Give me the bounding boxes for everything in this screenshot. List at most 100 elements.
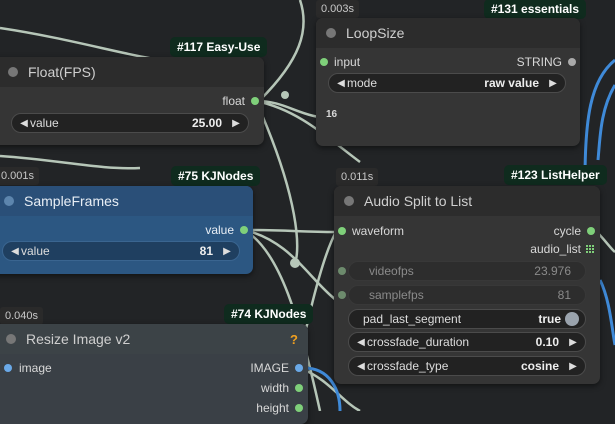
audio-split-node-header[interactable]: Audio Split to List: [334, 186, 600, 216]
loopsize-node-header[interactable]: LoopSize: [316, 18, 580, 48]
resize-node-title: Resize Image v2: [26, 331, 131, 347]
audio-split-crossfade-type-value: cosine: [520, 359, 559, 373]
arrow-left-icon[interactable]: ◀: [355, 337, 367, 348]
resize-image-output[interactable]: IMAGE: [250, 358, 303, 378]
loopsize-mode-select[interactable]: ◀ mode raw value ▶: [328, 73, 566, 93]
arrow-right-icon[interactable]: ▶: [547, 78, 559, 89]
resize-height-output[interactable]: height: [256, 398, 303, 418]
audio-split-samplefps-widget[interactable]: samplefps 81: [348, 285, 586, 305]
socket-dot-icon[interactable]: [338, 267, 346, 275]
socket-dot-icon[interactable]: [295, 384, 303, 392]
loopsize-output-label: STRING: [516, 55, 562, 69]
loopsize-node-tag: #131 essentials: [484, 0, 587, 19]
collapse-dot-icon[interactable]: [344, 196, 354, 206]
socket-dot-icon[interactable]: [4, 364, 12, 372]
sampleframes-value-widget[interactable]: ◀ value 81 ▶: [2, 241, 240, 261]
float-fps-node-tag: #117 Easy-Use: [170, 37, 268, 57]
audio-split-samplefps-socket[interactable]: [338, 285, 346, 305]
audio-split-cycle-label: cycle: [553, 224, 581, 238]
audio-split-cycle-output[interactable]: cycle: [554, 221, 595, 241]
loopsize-output-row[interactable]: STRING: [517, 52, 576, 72]
float-fps-node[interactable]: Float(FPS) float ◀ value 25.00 ▶: [0, 57, 264, 145]
sampleframes-node-title: SampleFrames: [24, 193, 119, 209]
audio-split-audio-list-output[interactable]: audio_list: [530, 239, 595, 259]
socket-dot-icon[interactable]: [295, 364, 303, 372]
sampleframes-node-tag: #75 KJNodes: [171, 166, 261, 186]
audio-split-crossfade-duration-widget[interactable]: ◀ crossfade_duration 0.10 ▶: [348, 332, 586, 352]
resize-image-input[interactable]: image: [4, 358, 52, 378]
socket-dot-icon[interactable]: [240, 226, 248, 234]
float-fps-node-header[interactable]: Float(FPS): [0, 57, 264, 87]
resize-exec-time: 0.040s: [0, 307, 44, 325]
audio-split-samplefps-value: 81: [557, 288, 571, 302]
audio-split-samplefps-label: samplefps: [369, 288, 424, 302]
collapse-dot-icon[interactable]: [6, 334, 16, 344]
sampleframes-output-row[interactable]: value: [205, 220, 248, 240]
loopsize-node-title: LoopSize: [346, 25, 405, 41]
loopsize-mode-label: mode: [347, 76, 378, 90]
socket-dot-icon[interactable]: [568, 58, 576, 66]
arrow-left-icon[interactable]: ◀: [355, 361, 367, 372]
sampleframes-value: 81: [199, 244, 213, 258]
sampleframes-node-header[interactable]: SampleFrames: [0, 186, 253, 216]
resize-node-tag: #74 KJNodes: [224, 304, 314, 324]
resize-width-output[interactable]: width: [261, 378, 303, 398]
audio-split-audio-list-label: audio_list: [530, 242, 581, 256]
socket-dot-icon[interactable]: [338, 291, 346, 299]
audio-split-videofps-label: videofps: [369, 264, 414, 278]
resize-width-label: width: [260, 381, 289, 395]
sampleframes-value-label: value: [21, 244, 50, 258]
loopsize-node[interactable]: LoopSize input STRING ◀ mode raw value ▶…: [316, 18, 580, 146]
audio-split-node-title: Audio Split to List: [364, 193, 473, 209]
socket-dot-icon[interactable]: [338, 227, 346, 235]
sampleframes-node[interactable]: SampleFrames value ◀ value 81 ▶: [0, 186, 253, 274]
arrow-left-icon[interactable]: ◀: [18, 118, 30, 129]
socket-dot-icon[interactable]: [320, 58, 328, 66]
loopsize-preview-text: 16: [326, 108, 338, 120]
resize-image-output-label: IMAGE: [250, 361, 289, 375]
socket-dot-icon[interactable]: [587, 227, 595, 235]
audio-split-videofps-widget[interactable]: videofps 23.976: [348, 261, 586, 281]
audio-split-crossfade-type-label: crossfade_type: [367, 359, 449, 373]
socket-dot-icon[interactable]: [251, 97, 259, 105]
float-fps-node-title: Float(FPS): [28, 64, 96, 80]
float-fps-output-row[interactable]: float: [222, 91, 259, 111]
audio-split-node-tag: #123 ListHelper: [504, 165, 607, 185]
float-fps-value-label: value: [30, 116, 59, 130]
audio-split-node[interactable]: Audio Split to List waveform cycle audio…: [334, 186, 600, 384]
sampleframes-output-label: value: [205, 223, 234, 237]
audio-split-crossfade-duration-value: 0.10: [535, 335, 559, 349]
float-fps-value-widget[interactable]: ◀ value 25.00 ▶: [11, 113, 249, 133]
resize-node[interactable]: Resize Image v2 ? image IMAGE width heig…: [0, 324, 308, 424]
arrow-right-icon[interactable]: ▶: [221, 246, 233, 257]
audio-split-pad-label: pad_last_segment: [363, 312, 462, 326]
loopsize-mode-value: raw value: [484, 76, 539, 90]
audio-split-videofps-value: 23.976: [534, 264, 571, 278]
collapse-dot-icon[interactable]: [4, 196, 14, 206]
loopsize-input-row[interactable]: input: [320, 52, 360, 72]
arrow-left-icon[interactable]: ◀: [9, 246, 21, 257]
arrow-right-icon[interactable]: ▶: [567, 337, 579, 348]
resize-node-header[interactable]: Resize Image v2 ?: [0, 324, 308, 354]
collapse-dot-icon[interactable]: [8, 67, 18, 77]
list-grid-icon[interactable]: [586, 244, 595, 254]
loopsize-exec-time: 0.003s: [316, 0, 360, 18]
arrow-left-icon[interactable]: ◀: [335, 78, 347, 89]
audio-split-exec-time: 0.011s: [336, 168, 379, 186]
audio-split-waveform-input[interactable]: waveform: [338, 221, 404, 241]
arrow-right-icon[interactable]: ▶: [567, 361, 579, 372]
float-fps-value: 25.00: [191, 116, 222, 130]
arrow-right-icon[interactable]: ▶: [230, 118, 242, 129]
float-fps-output-label: float: [222, 94, 245, 108]
audio-split-crossfade-duration-label: crossfade_duration: [367, 335, 470, 349]
audio-split-videofps-socket[interactable]: [338, 261, 346, 281]
resize-image-label: image: [19, 361, 52, 375]
help-badge[interactable]: ?: [290, 332, 298, 347]
collapse-dot-icon[interactable]: [326, 28, 336, 38]
audio-split-waveform-label: waveform: [352, 224, 405, 238]
toggle-knob-icon[interactable]: [565, 312, 579, 326]
node-graph-canvas[interactable]: 0.003s #131 essentials LoopSize input ST…: [0, 0, 615, 424]
audio-split-pad-toggle[interactable]: pad_last_segment true: [348, 309, 586, 329]
audio-split-crossfade-type-select[interactable]: ◀ crossfade_type cosine ▶: [348, 356, 586, 376]
audio-split-pad-value: true: [538, 312, 561, 326]
